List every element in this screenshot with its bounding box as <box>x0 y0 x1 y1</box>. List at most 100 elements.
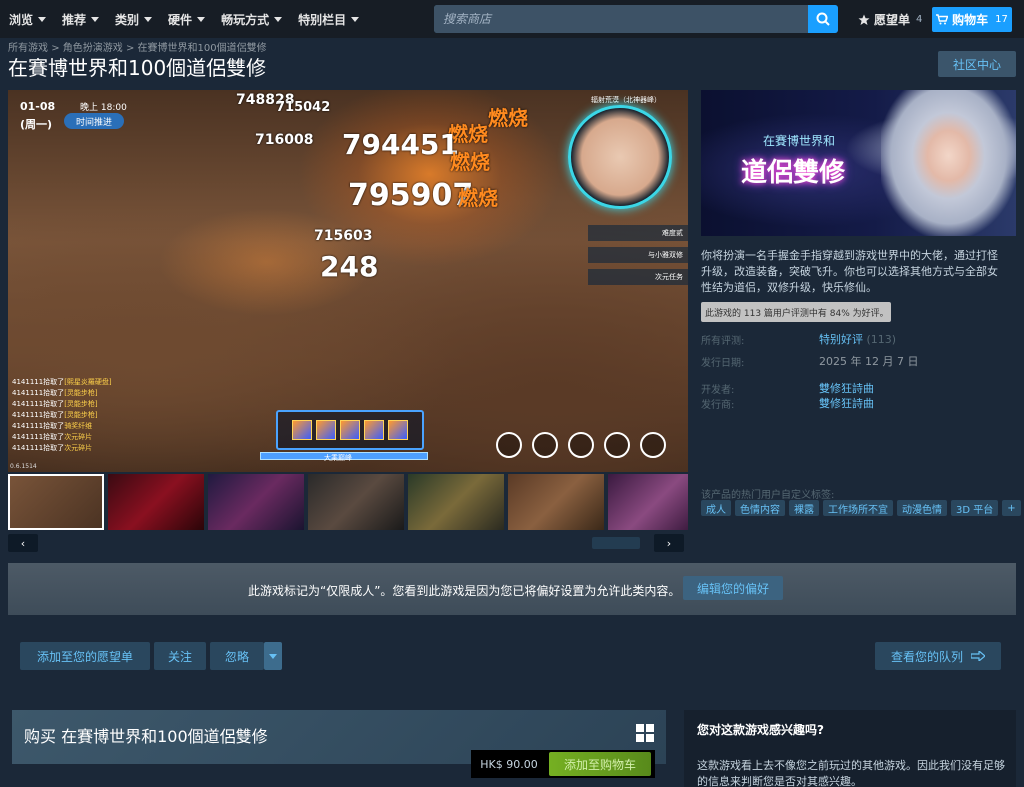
reviews-summary[interactable]: 特别好评 (113) <box>819 331 896 347</box>
scroll-right-button[interactable]: › <box>654 534 684 552</box>
interest-text: 这款游戏看上去不像您之前玩过的其他游戏。因此我们没有足够的信息来判断您是否对其感… <box>697 759 1005 787</box>
price: HK$ 90.00 <box>480 757 538 771</box>
wishlist-label: 愿望单 <box>874 13 911 27</box>
log-item: 次元碎片 <box>64 444 93 452</box>
log-line: 4141111拾取了骑奖纤维 <box>12 421 112 432</box>
skill-icon <box>364 420 384 440</box>
nav-browse[interactable]: 浏览 <box>0 0 53 38</box>
chevron-down-icon <box>91 16 100 22</box>
log-line: 4141111拾取了[灵能步枪] <box>12 388 112 399</box>
queue-action-bar: 添加至您的愿望单 关注 忽略 查看您的队列 <box>8 630 1016 682</box>
chevron-down-icon <box>197 16 206 22</box>
review-tooltip: 此游戏的 113 篇用户评测中有 84% 为好评。 <box>701 302 891 322</box>
edit-preferences-button[interactable]: 编辑您的偏好 <box>683 576 783 600</box>
scroll-left-button[interactable]: ‹ <box>8 534 38 552</box>
log-item: [灵能步枪] <box>64 411 98 419</box>
star-icon <box>858 14 870 25</box>
chevron-down-icon <box>351 16 360 22</box>
page-title: 在賽博世界和100個道侶雙修 <box>8 56 267 80</box>
follow-button[interactable]: 关注 <box>154 642 206 670</box>
skill-icon <box>292 420 312 440</box>
log-actor: 4141111拾取了 <box>12 444 65 452</box>
ignore-dropdown-button[interactable] <box>264 642 282 670</box>
nav-ways-to-play-label: 畅玩方式 <box>221 12 270 27</box>
tag[interactable]: 3D 平台 <box>951 500 999 516</box>
wishlist-count: 4 <box>916 14 923 25</box>
publisher-label: 发行商: <box>701 400 735 411</box>
time-advance-button: 时间推进 <box>64 113 124 129</box>
add-to-cart-button[interactable]: 添加至购物车 <box>549 752 651 776</box>
skill-icon <box>316 420 336 440</box>
search-input[interactable] <box>434 5 808 33</box>
search-icon <box>816 12 830 26</box>
reviews-count: (113) <box>866 333 897 346</box>
nav-ways-to-play[interactable]: 畅玩方式 <box>212 0 289 38</box>
nav-hardware[interactable]: 硬件 <box>159 0 212 38</box>
add-tag-button[interactable]: + <box>1002 500 1021 516</box>
ignore-button[interactable]: 忽略 <box>210 642 264 670</box>
log-actor: 4141111拾取了 <box>12 378 65 386</box>
log-actor: 4141111拾取了 <box>12 389 65 397</box>
community-hub-button[interactable]: 社区中心 <box>938 51 1016 77</box>
thumbnail[interactable] <box>608 474 688 530</box>
game-date: 01-08 <box>20 100 56 113</box>
tag[interactable]: 色情内容 <box>735 500 785 516</box>
burn-label: 燃烧 <box>450 150 490 174</box>
action-icon <box>640 432 666 458</box>
tag[interactable]: 成人 <box>701 500 731 516</box>
tag[interactable]: 工作场所不宜 <box>823 500 893 516</box>
reviews-value: 特别好评 <box>819 333 863 346</box>
game-weekday: (周一) <box>20 118 53 131</box>
main-screenshot[interactable]: 01-08 (周一) 晚上 18:00 时间推进 748828 715042 燃… <box>8 90 688 472</box>
action-icon <box>496 432 522 458</box>
minimap <box>568 105 672 209</box>
thumbnail[interactable] <box>308 474 404 530</box>
publisher-link[interactable]: 雙修狂詩曲 <box>819 395 874 411</box>
developer-link[interactable]: 雙修狂詩曲 <box>819 380 874 396</box>
nav-hardware-label: 硬件 <box>168 12 193 27</box>
damage-number: 715603 <box>314 228 373 244</box>
chevron-left-icon: ‹ <box>20 536 26 550</box>
tag[interactable]: 裸露 <box>789 500 819 516</box>
add-to-wishlist-button[interactable]: 添加至您的愿望单 <box>20 642 150 670</box>
thumbnail[interactable] <box>8 474 104 530</box>
scroll-thumb[interactable] <box>592 537 640 549</box>
search-button[interactable] <box>808 5 838 33</box>
release-label: 发行日期: <box>701 358 745 369</box>
chevron-down-icon <box>144 16 153 22</box>
log-item: 次元碎片 <box>64 433 93 441</box>
thumbnail[interactable] <box>208 474 304 530</box>
damage-number: 248 <box>320 250 379 283</box>
log-actor: 4141111拾取了 <box>12 433 65 441</box>
reviews-label: 所有评测: <box>701 336 745 347</box>
cart-button[interactable]: 购物车 17 <box>932 7 1012 32</box>
nav-categories[interactable]: 类别 <box>106 0 159 38</box>
log-line: 4141111拾取了[熙星炎羅硬盘] <box>12 377 112 388</box>
log-line: 4141111拾取了次元碎片 <box>12 443 112 454</box>
purchase-title: 购买 在賽博世界和100個道侶雙修 <box>24 727 268 746</box>
capsule-subtitle: 在賽博世界和 <box>763 134 836 148</box>
wishlist-link[interactable]: 愿望单 4 <box>858 11 922 28</box>
nav-special-sections[interactable]: 特别栏目 <box>289 0 366 38</box>
action-icon <box>532 432 558 458</box>
nav-recommended[interactable]: 推荐 <box>53 0 106 38</box>
tag-list: 成人 色情内容 裸露 工作场所不宜 动漫色情 3D 平台 + <box>701 500 1021 516</box>
release-date: 2025 年 12 月 7 日 <box>819 355 919 368</box>
mature-content-notice: 此游戏标记为“仅限成人”。您看到此游戏是因为您已将偏好设置为允许此类内容。 编辑… <box>8 563 1016 615</box>
thumbnail[interactable] <box>408 474 504 530</box>
cart-count: 17 <box>995 14 1008 25</box>
thumbnail[interactable] <box>108 474 204 530</box>
log-actor: 4141111拾取了 <box>12 422 65 430</box>
view-queue-button[interactable]: 查看您的队列 <box>875 642 1001 670</box>
game-time: 晚上 18:00 <box>80 103 127 113</box>
character-portrait <box>881 90 1016 236</box>
tag[interactable]: 动漫色情 <box>897 500 947 516</box>
log-line: 4141111拾取了次元碎片 <box>12 432 112 443</box>
chevron-down-icon <box>38 16 47 22</box>
nav-categories-label: 类别 <box>115 12 140 27</box>
view-queue-label: 查看您的队列 <box>890 649 963 664</box>
quest-item: 与小雅双修 <box>588 247 688 263</box>
thumbnail[interactable] <box>508 474 604 530</box>
store-search <box>434 5 838 33</box>
chevron-right-icon: › <box>666 536 672 550</box>
